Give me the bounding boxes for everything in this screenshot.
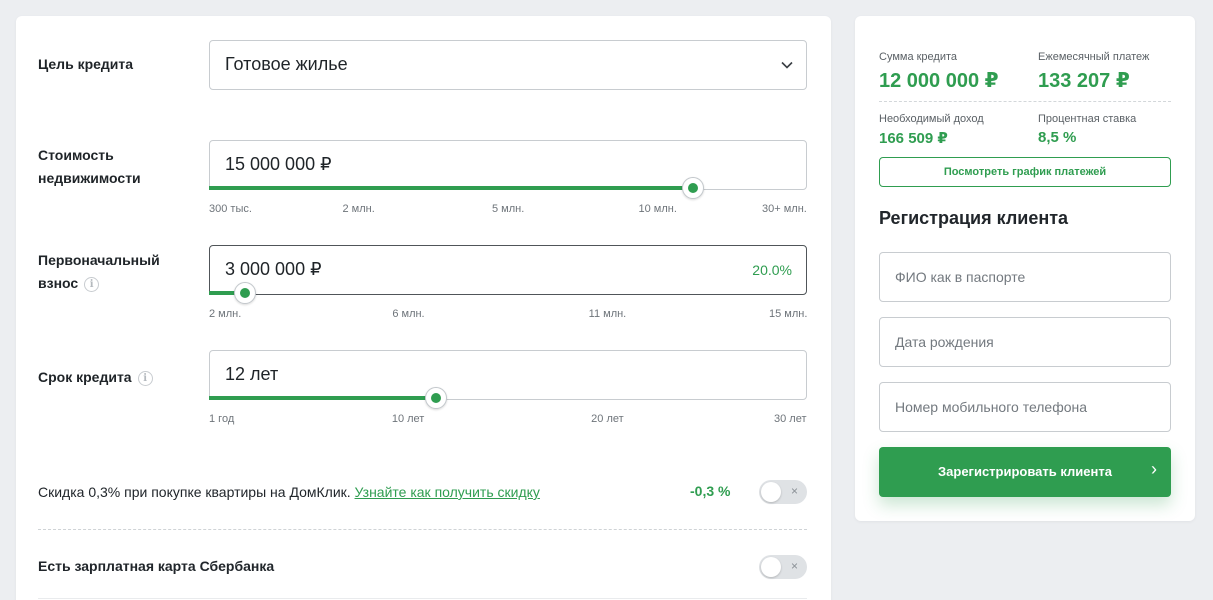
discount-value: -0,3 % <box>690 483 731 499</box>
down-payment-percent: 20.0% <box>752 262 792 278</box>
close-icon: × <box>790 484 798 498</box>
registration-title: Регистрация клиента <box>879 208 1069 228</box>
down-payment-label-line1: Первоначальный <box>38 252 160 268</box>
down-payment-tick-label: 6 млн. <box>392 308 425 320</box>
down-payment-tick-label: 2 млн. <box>209 308 242 320</box>
discount-toggle[interactable]: × <box>759 480 807 504</box>
down-payment-value: 3 000 000 ₽ <box>225 259 322 279</box>
term-tick-label: 10 лет <box>391 413 425 425</box>
property-price-value: 15 000 000 ₽ <box>225 154 332 174</box>
required-income-value: 166 509 ₽ <box>879 130 948 147</box>
down-payment-label-line2: взнос <box>38 275 79 291</box>
summary-panel: Сумма кредита 12 000 000 ₽ Ежемесячный п… <box>855 16 1195 521</box>
property-price-slider-thumb[interactable] <box>682 177 705 199</box>
rate-label: Процентная ставка <box>1038 113 1137 125</box>
birthdate-field[interactable] <box>879 317 1171 367</box>
full-name-field[interactable] <box>879 252 1171 302</box>
term-label-row: Срок кредита i <box>38 366 153 389</box>
property-price-input[interactable]: 15 000 000 ₽ <box>209 140 807 190</box>
divider <box>38 598 807 599</box>
property-price-label: Стоимость недвижимости <box>38 144 141 190</box>
down-payment-tick-label: 11 млн. <box>588 308 627 320</box>
term-label: Срок кредита <box>38 369 132 385</box>
property-price-tick-label: 300 тыс. <box>209 203 252 215</box>
loan-amount-label: Сумма кредита <box>879 51 958 63</box>
toggle-knob <box>761 482 781 502</box>
salary-card-toggle[interactable]: × <box>759 555 807 579</box>
property-price-tick-label: 2 млн. <box>342 203 375 215</box>
register-client-button[interactable]: Зарегистрировать клиента › <box>879 447 1171 497</box>
chevron-right-icon: › <box>1151 459 1157 479</box>
property-price-tick-label: 10 млн. <box>638 203 677 215</box>
loan-calculator-panel: Цель кредита Готовое жилье Стоимость нед… <box>16 16 831 600</box>
discount-text: Скидка 0,3% при покупке квартиры на ДомК… <box>38 484 351 500</box>
down-payment-tick-label: 15 млн. <box>769 308 808 320</box>
info-icon[interactable]: i <box>84 276 100 292</box>
purpose-select[interactable]: Готовое жилье <box>209 40 807 90</box>
purpose-value: Готовое жилье <box>225 54 348 74</box>
term-value: 12 лет <box>225 364 279 384</box>
loan-amount-value: 12 000 000 ₽ <box>879 70 999 92</box>
term-slider-fill <box>209 396 438 400</box>
property-price-tick-label: 30+ млн. <box>762 203 807 215</box>
info-icon[interactable]: i <box>137 370 153 386</box>
property-price-tick-label: 5 млн. <box>492 203 525 215</box>
term-input[interactable]: 12 лет <box>209 350 807 400</box>
rate-value: 8,5 % <box>1038 129 1077 146</box>
discount-row: Скидка 0,3% при покупке квартиры на ДомК… <box>38 484 540 500</box>
phone-field[interactable] <box>879 382 1171 432</box>
property-price-slider-fill <box>209 186 695 190</box>
term-tick-label: 20 лет <box>591 413 624 425</box>
discount-link[interactable]: Узнайте как получить скидку <box>355 484 540 500</box>
monthly-payment-value: 133 207 ₽ <box>1038 70 1130 92</box>
register-client-label: Зарегистрировать клиента <box>938 464 1112 479</box>
divider <box>38 529 807 530</box>
term-tick-label: 30 лет <box>774 413 807 425</box>
chevron-down-icon <box>781 61 793 69</box>
salary-card-label: Есть зарплатная карта Сбербанка <box>38 558 275 574</box>
close-icon: × <box>790 559 798 573</box>
payment-schedule-button[interactable]: Посмотреть график платежей <box>879 157 1171 187</box>
monthly-payment-label: Ежемесячный платеж <box>1038 51 1150 63</box>
divider <box>879 101 1171 102</box>
property-price-label-line2: недвижимости <box>38 170 141 186</box>
term-tick-label: 1 год <box>209 413 235 425</box>
down-payment-input[interactable]: 3 000 000 ₽ 20.0% <box>209 245 807 295</box>
toggle-knob <box>761 557 781 577</box>
down-payment-label: Первоначальный взнос i <box>38 249 160 295</box>
down-payment-slider-thumb[interactable] <box>233 282 256 304</box>
term-slider-thumb[interactable] <box>425 387 448 409</box>
property-price-label-line1: Стоимость <box>38 147 114 163</box>
purpose-label: Цель кредита <box>38 56 134 72</box>
required-income-label: Необходимый доход <box>879 113 984 125</box>
